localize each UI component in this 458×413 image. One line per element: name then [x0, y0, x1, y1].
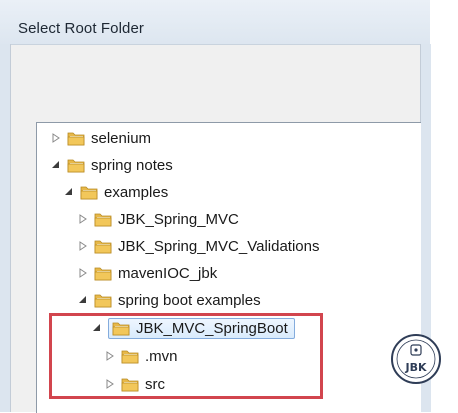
jbk-watermark-logo: JBK: [391, 334, 441, 384]
dialog-title: Select Root Folder: [18, 20, 145, 37]
folder-icon: [67, 132, 85, 146]
folder-icon: [94, 294, 112, 308]
expand-arrow-icon[interactable]: [76, 239, 90, 253]
tree-item-label: JBK_Spring_MVC: [118, 210, 239, 228]
folder-icon: [94, 213, 112, 227]
collapse-arrow-icon[interactable]: [62, 185, 76, 199]
tree-item-label: JBK_Spring_MVC_Validations: [118, 237, 320, 255]
tree-item-mavenioc-jbk[interactable]: mavenIOC_jbk: [76, 262, 217, 284]
tree-item-jbk-spring-mvc[interactable]: JBK_Spring_MVC: [76, 208, 239, 230]
collapse-arrow-icon[interactable]: [76, 293, 90, 307]
window-frame-left: [0, 44, 11, 412]
tree-item-label: spring notes: [91, 156, 173, 174]
tree-item-jbk-spring-mvc-validations[interactable]: JBK_Spring_MVC_Validations: [76, 235, 320, 257]
collapse-arrow-icon[interactable]: [49, 158, 63, 172]
tree-item-label: selenium: [91, 129, 152, 147]
expand-arrow-icon[interactable]: [76, 266, 90, 280]
expand-arrow-icon[interactable]: [76, 212, 90, 226]
watermark-label: JBK: [405, 361, 427, 374]
tree-item-label: spring boot examples: [118, 291, 261, 309]
folder-icon: [94, 267, 112, 281]
folder-icon: [94, 240, 112, 254]
tree-item-label: mavenIOC_jbk: [118, 264, 218, 282]
highlight-box: [49, 313, 323, 399]
tree-item-label: examples: [104, 183, 169, 201]
folder-icon: [80, 186, 98, 200]
tree-item-examples[interactable]: examples: [62, 181, 168, 203]
tree-item-spring-notes[interactable]: spring notes: [49, 154, 173, 176]
expand-arrow-icon[interactable]: [49, 131, 63, 145]
logo-emblem-icon: [396, 339, 436, 379]
title-bar[interactable]: Select Root Folder: [0, 0, 430, 45]
folder-icon: [67, 159, 85, 173]
tree-item-selenium[interactable]: selenium: [49, 127, 151, 149]
tree-item-spring-boot-examples[interactable]: spring boot examples: [76, 289, 261, 311]
